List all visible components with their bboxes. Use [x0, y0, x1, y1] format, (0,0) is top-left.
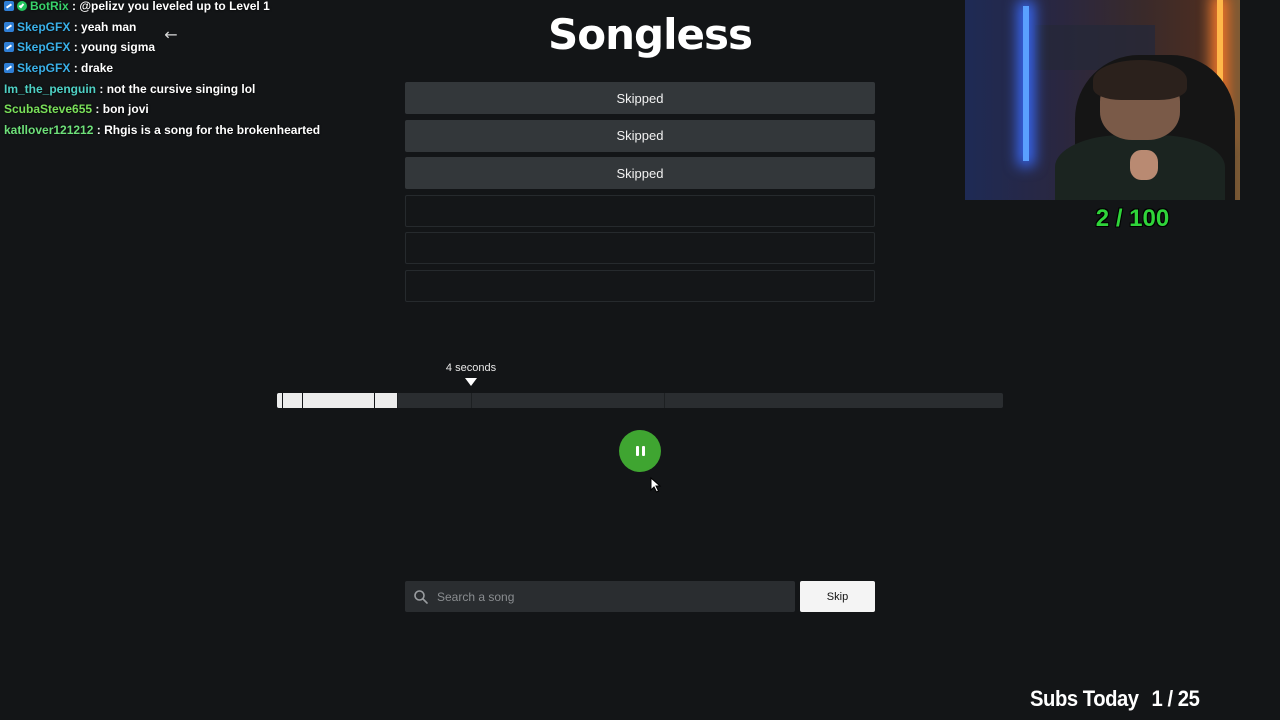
chat-text: yeah man — [81, 19, 137, 34]
moderator-badge-icon — [4, 21, 14, 32]
timeline-segment-divider — [374, 393, 375, 408]
chat-username[interactable]: katllover121212 — [4, 123, 93, 137]
chat-message: SkepGFX : young sigma — [0, 37, 400, 58]
timeline-segment-divider — [664, 393, 665, 408]
chat-username[interactable]: SkepGFX — [17, 20, 70, 34]
chat-message: Im_the_penguin : not the cursive singing… — [4, 81, 256, 96]
audio-timeline[interactable] — [277, 393, 1003, 408]
chat-message: ScubaSteve655 : bon jovi — [4, 102, 149, 117]
guess-row: Skipped — [405, 82, 875, 114]
timeline-progress — [277, 393, 397, 408]
skip-button[interactable]: Skip — [800, 581, 875, 612]
search-icon — [414, 589, 428, 604]
pause-icon — [635, 446, 645, 456]
subs-today: Subs Today 1 / 25 — [1030, 686, 1200, 712]
pause-button[interactable] — [619, 430, 661, 472]
verified-badge-icon — [17, 1, 27, 11]
timeline-marker-icon — [465, 378, 477, 386]
chat-username[interactable]: SkepGFX — [17, 40, 70, 54]
guess-row — [405, 194, 875, 227]
guess-row: Skipped — [405, 157, 875, 189]
back-arrow-icon[interactable]: ← — [162, 26, 180, 44]
guess-row — [405, 232, 875, 264]
subs-value: 1 / 25 — [1151, 686, 1200, 711]
chat-text: Rhgis is a song for the brokenhearted — [104, 123, 321, 138]
timeline-segment-divider — [282, 393, 283, 408]
chat-message: SkepGFX : drake — [0, 58, 400, 79]
chat-username[interactable]: Im_the_penguin — [4, 82, 96, 96]
timeline-segment-divider — [397, 393, 398, 408]
search-bar — [405, 580, 795, 613]
chat-text: @pelizv you leveled up to Level 1 — [79, 0, 270, 13]
page-title: Songless — [548, 10, 753, 59]
timeline-segment-divider — [471, 393, 472, 408]
guess-row — [405, 269, 875, 302]
timeline-segment-divider — [302, 393, 303, 408]
chat-username[interactable]: ScubaSteve655 — [4, 102, 92, 116]
progress-counter: 2 / 100 — [1095, 205, 1170, 232]
chat-overlay: BotRix : @pelizv you leveled up to Level… — [0, 0, 400, 141]
webcam-feed — [965, 0, 1240, 200]
guess-row: Skipped — [405, 119, 875, 152]
timeline-label: 4 seconds — [445, 362, 497, 374]
moderator-badge-icon — [4, 42, 14, 53]
chat-text: drake — [81, 61, 114, 76]
search-input[interactable] — [429, 580, 795, 613]
guess-list: Skipped Skipped Skipped — [405, 82, 875, 307]
chat-text: bon jovi — [102, 102, 149, 117]
moderator-badge-icon — [4, 63, 14, 74]
chat-message: BotRix : @pelizv you leveled up to Level… — [0, 0, 400, 17]
chat-text: young sigma — [81, 40, 156, 55]
chat-text: not the cursive singing lol — [106, 81, 256, 96]
chat-username[interactable]: BotRix — [30, 0, 69, 13]
subs-label: Subs Today — [1030, 686, 1139, 711]
chat-username[interactable]: SkepGFX — [17, 61, 70, 75]
chat-message: SkepGFX : yeah man — [0, 17, 400, 38]
moderator-badge-icon — [4, 1, 14, 11]
chat-message: katllover121212 : Rhgis is a song for th… — [4, 123, 321, 138]
